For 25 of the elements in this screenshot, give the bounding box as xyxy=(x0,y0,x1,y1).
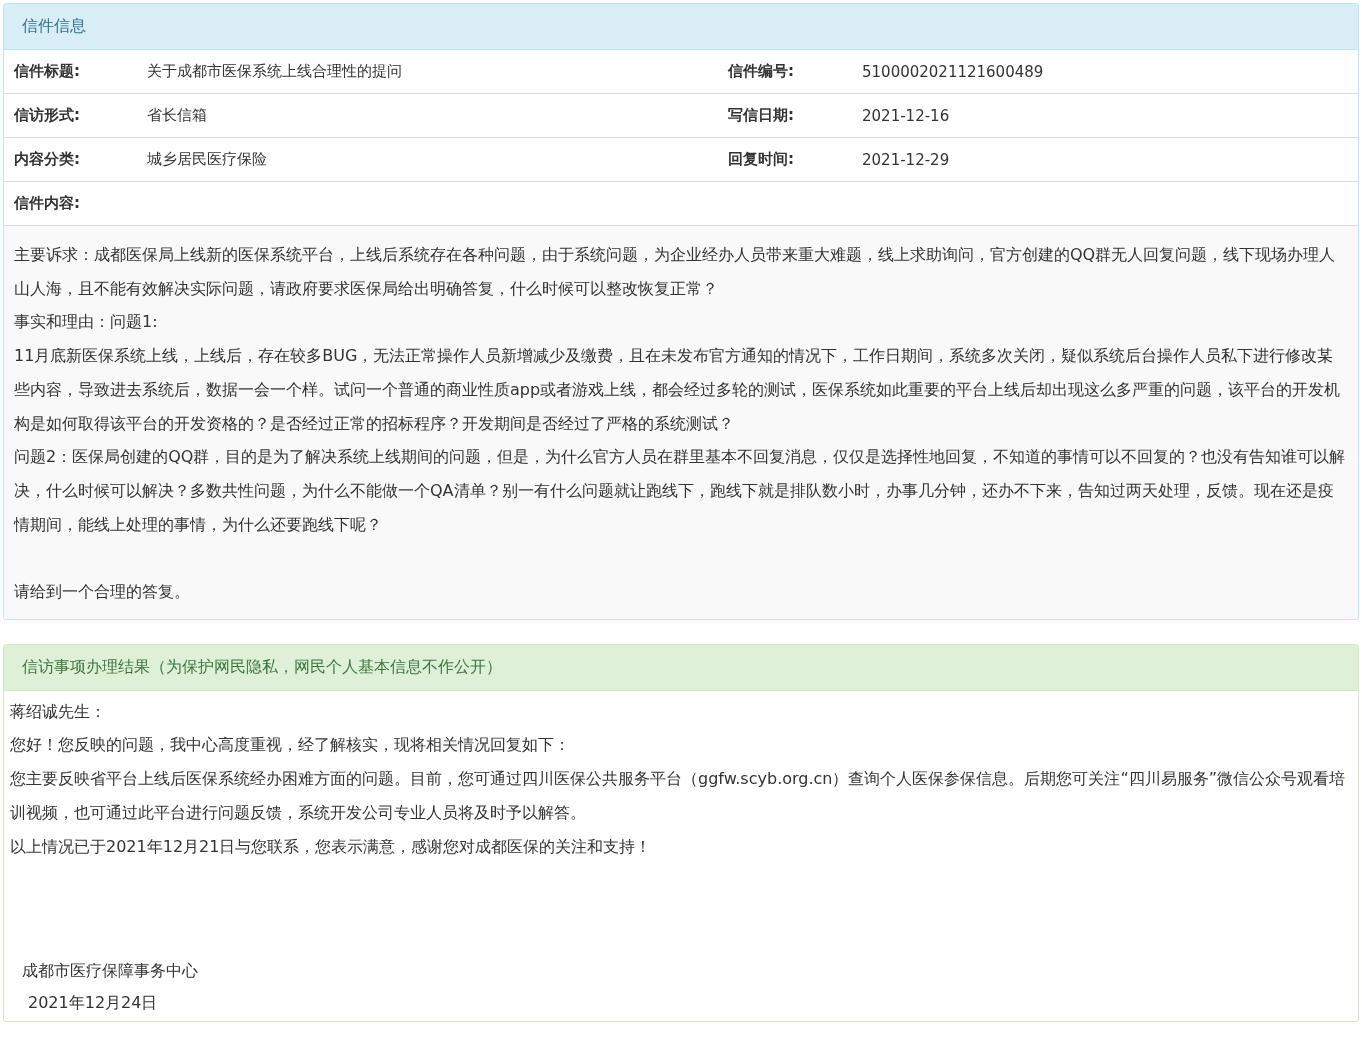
field-label: 内容分类: xyxy=(4,138,147,182)
letter-paragraph: 主要诉求：成都医保局上线新的医保系统平台，上线后系统存在各种问题，由于系统问题，为企业经办人员带来重大难题，线上求助询问，官方创建的QQ群无人回复问题，线下现场办理人山人海，且不能有效解决实际问题，请政府要求医保局给出明确答复，什么时候可以整改恢复正常？ xyxy=(14,244,1337,300)
panel-title: 信访事项办理结果（为保护网民隐私，网民个人基本信息不作公开） xyxy=(4,644,1358,691)
field-value: 2021-12-29 xyxy=(862,138,1358,182)
field-label: 信件标题: xyxy=(4,50,147,94)
letter-paragraph: 请给到一个合理的答复。 xyxy=(14,581,191,603)
reply-paragraph: 蒋绍诚先生： xyxy=(10,700,107,723)
letter-paragraph: 11月底新医保系统上线，上线后，存在较多BUG，无法正常操作人员新增减少及缴费，且在未发布官方通知的情况下，工作日期间，系统多次关闭，疑似系统后台操作人员私下进行修改某些内容，导致进去系统后，数据一会一个样。试问一个普通的商业性质app或者游戏上线，都会经过多轮的测试，医保系统如此重要的平台上线后却出现这么多严重的问题，该平台的开发机构是如何取得该平台的开发资格的？是否经过正常的招标程序？开发期间是否经过了严格的系统测试？ xyxy=(14,345,1342,435)
reply-paragraph: 以上情况已于2021年12月21日与您联系，您表示满意，感谢您对成都医保的关注和支持！ xyxy=(10,835,653,858)
field-value: 关于成都市医保系统上线合理性的提问 xyxy=(147,50,718,94)
field-value: 省长信箱 xyxy=(147,94,718,138)
field-label: 写信日期: xyxy=(718,94,862,138)
reply-paragraph: 您主要反映省平台上线后医保系统经办困难方面的问题。目前，您可通过四川医保公共服务平台（ggfw.scyb.org.cn）查询个人医保参保信息。后期您可关注“四川易服务”微信公众号观看培训视频，也可通过此平台进行问题反馈，系统开发公司专业人员将及时予以解答。 xyxy=(10,768,1347,824)
field-value: 2021-12-16 xyxy=(862,94,1358,138)
field-value: 城乡居民医疗保险 xyxy=(147,138,718,182)
reply-paragraph: 您好！您反映的问题，我中心高度重视，经了解核实，现将相关情况回复如下： xyxy=(10,734,571,757)
reply-date: 2021年12月24日 xyxy=(28,992,159,1015)
field-value: 5100002021121600489 xyxy=(862,50,1358,94)
panel-title: 信件信息 xyxy=(4,4,1358,50)
letter-paragraph: 事实和理由：问题1: xyxy=(14,311,159,334)
letter-paragraph: 问题2：医保局创建的QQ群，目的是为了解决系统上线期间的问题，但是，为什么官方人员在群里基本不回复消息，仅仅是选择性地回复，不知道的事情可以不回复的？也没有告知谁可以解决，什么时候可以解决？多数共性问题，为什么不能做一个QA清单？别一有什么问题就让跑线下，跑线下就是排队数小时，办事几分钟，还办不下来，告知过两天处理，反馈。现在还是疫情期间，能线上处理的事情，为什么还要跑线下呢？ xyxy=(14,446,1347,536)
signature-text: 成都市医疗保障事务中心 xyxy=(22,960,199,983)
field-label: 信访形式: xyxy=(4,94,147,138)
field-label: 信件编号: xyxy=(718,50,862,94)
field-label: 回复时间: xyxy=(718,138,862,182)
